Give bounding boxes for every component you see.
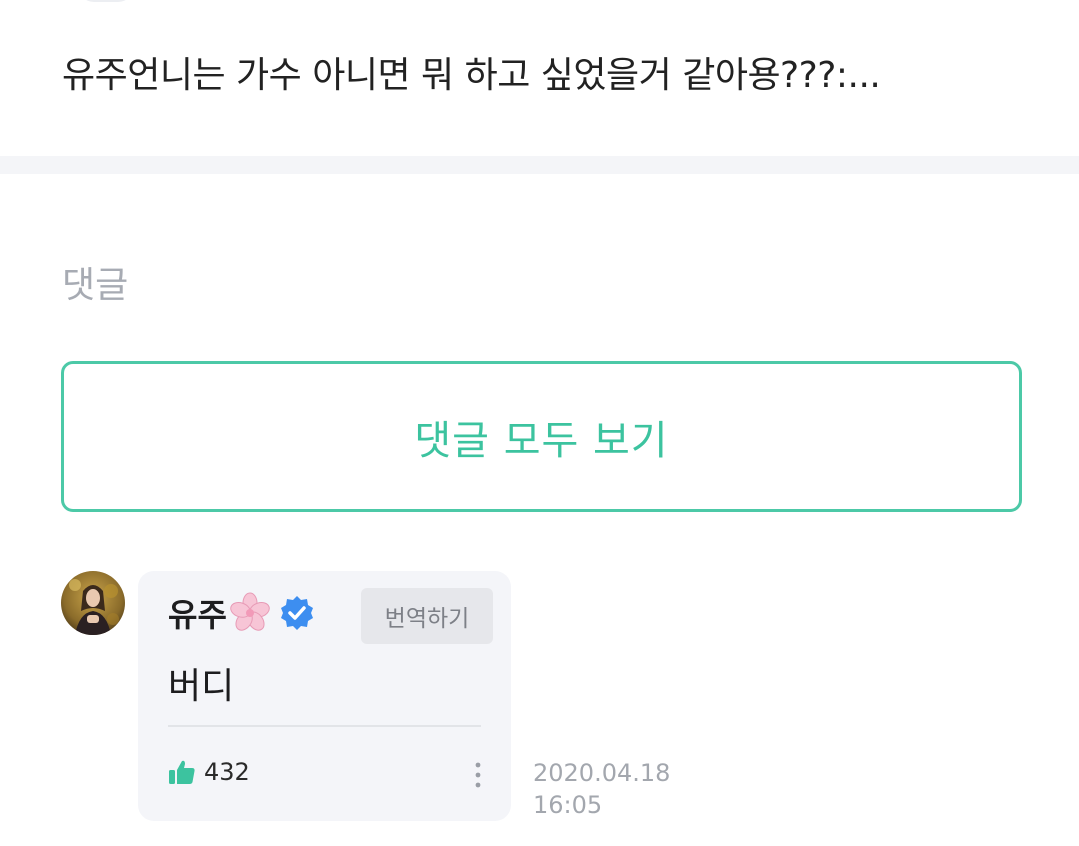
- like-button[interactable]: 432: [168, 758, 250, 786]
- comment-date: 2020.04.18: [533, 759, 671, 787]
- section-divider: [0, 156, 1079, 174]
- previous-avatar-edge: [78, 0, 134, 2]
- comment-divider: [168, 725, 481, 727]
- like-count: 432: [204, 758, 250, 786]
- comment-timestamp: 2020.04.18 16:05: [533, 757, 693, 821]
- post-question-text: 유주언니는 가수 아니면 뭐 하고 싶었을거 같아용???:...: [62, 55, 881, 96]
- comment-author-name[interactable]: 유주: [168, 590, 227, 636]
- comment-time: 16:05: [533, 791, 603, 819]
- translate-button[interactable]: 번역하기: [361, 588, 493, 644]
- view-all-comments-button[interactable]: 댓글 모두 보기: [61, 361, 1022, 512]
- commenter-avatar[interactable]: [61, 571, 125, 635]
- more-options-icon[interactable]: [470, 761, 486, 791]
- comment-author-row: 유주: [168, 589, 315, 637]
- comment-body-text: 버디: [168, 666, 235, 707]
- thumbs-up-icon: [169, 760, 195, 784]
- comment-bubble: 유주 번역하기 버디 432: [138, 571, 511, 821]
- cherry-blossom-icon: [230, 592, 270, 631]
- verified-badge-icon: [280, 596, 313, 630]
- comments-section-title: 댓글: [62, 265, 129, 306]
